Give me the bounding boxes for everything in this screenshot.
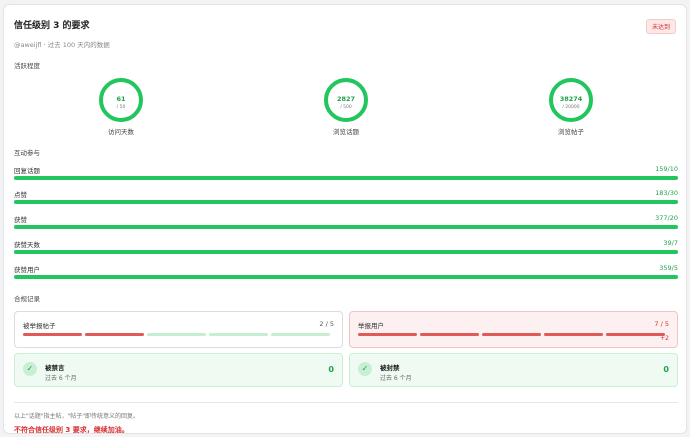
ring-chart: 61 / 50: [99, 78, 143, 122]
check-icon: ✓: [358, 362, 372, 376]
ring-topics-viewed: 2827 / 500 浏览话题: [301, 77, 391, 136]
suspended-box: ✓ 被封禁 过去 6 个月 0: [349, 353, 678, 387]
bar-value: 377/20: [655, 214, 678, 222]
ring-target: / 20000: [562, 104, 579, 110]
box-subtitle: 过去 6 个月: [45, 375, 77, 382]
bar-likes-given: 点赞 183/30: [14, 189, 678, 209]
bar-likes-received: 获赞 377/20: [14, 214, 678, 234]
page-title: 信任级别 3 的要求: [14, 21, 90, 31]
bar-label: 回复话题: [14, 167, 40, 175]
segment: [544, 333, 603, 336]
segment-bar: [23, 333, 330, 336]
page-subtitle: @aweijfl · 过去 100 天内的数据: [14, 41, 110, 49]
bar-label: 点赞: [14, 191, 27, 199]
bar-value: 183/30: [655, 189, 678, 197]
result-message: 不符合信任级别 3 要求，继续加油。: [14, 426, 129, 434]
bar-label: 获赞: [14, 216, 27, 224]
box-title: 被禁言: [45, 364, 65, 372]
status-badge: 未达到: [645, 19, 676, 34]
segment: [209, 333, 268, 336]
ring-chart: 38274 / 20000: [549, 78, 593, 122]
compliance-section-label: 合规记录: [14, 295, 40, 303]
ring-label: 浏览话题: [333, 128, 359, 136]
bar-track: [14, 225, 678, 229]
ring-label: 浏览帖子: [558, 128, 584, 136]
trust-level-card: 信任级别 3 的要求 未达到 @aweijfl · 过去 100 天内的数据 活…: [3, 4, 687, 434]
bar-value: 159/10: [655, 165, 678, 173]
ring-target: / 50: [117, 104, 126, 110]
ring-target: / 500: [340, 104, 352, 110]
ring-visit-days: 61 / 50 访问天数: [76, 77, 166, 136]
ring-value: 38274: [560, 95, 583, 103]
box-count: 7 / 5: [654, 320, 669, 328]
segment: [147, 333, 206, 336]
bar-value: 39/7: [663, 239, 678, 247]
ring-chart: 2827 / 500: [324, 78, 368, 122]
check-icon: ✓: [23, 362, 37, 376]
divider: [14, 402, 678, 403]
reporting-users-box: 举报用户 7 / 5 +2: [349, 311, 678, 348]
bar-label: 获赞用户: [14, 266, 40, 274]
silenced-box: ✓ 被禁言 过去 6 个月 0: [14, 353, 343, 387]
bar-value: 359/5: [659, 264, 678, 272]
footnote: 以上"话题"指主帖，"帖子"即传统意义的回复。: [14, 413, 140, 420]
reported-posts-box: 被举报帖子 2 / 5: [14, 311, 343, 348]
ring-label: 访问天数: [108, 128, 134, 136]
bar-liked-users: 获赞用户 359/5: [14, 264, 678, 284]
segment: [85, 333, 144, 336]
bar-track: [14, 250, 678, 254]
ring-value: 61: [116, 95, 126, 103]
box-label: 被举报帖子: [23, 322, 56, 330]
bar-track: [14, 200, 678, 204]
bar-fill: [14, 176, 678, 180]
ring-value: 2827: [337, 95, 355, 103]
ring-posts-viewed: 38274 / 20000 浏览帖子: [526, 77, 616, 136]
segment-bar: [358, 333, 665, 336]
overflow-count: +2: [660, 335, 669, 342]
bar-fill: [14, 275, 678, 279]
segment: [358, 333, 417, 336]
box-label: 举报用户: [358, 322, 384, 330]
bar-replies: 回复话题 159/10: [14, 165, 678, 185]
box-value: 0: [663, 365, 669, 374]
interaction-section-label: 互动参与: [14, 149, 40, 157]
segment: [271, 333, 330, 336]
bar-label: 获赞天数: [14, 241, 40, 249]
segment: [482, 333, 541, 336]
bar-track: [14, 275, 678, 279]
segment: [606, 333, 665, 336]
bar-fill: [14, 225, 678, 229]
box-count: 2 / 5: [319, 320, 334, 328]
bar-fill: [14, 250, 678, 254]
bar-track: [14, 176, 678, 180]
activity-section-label: 活跃程度: [14, 62, 40, 70]
box-title: 被封禁: [380, 364, 400, 372]
box-subtitle: 过去 6 个月: [380, 375, 412, 382]
box-value: 0: [328, 365, 334, 374]
bar-liked-days: 获赞天数 39/7: [14, 239, 678, 259]
segment: [23, 333, 82, 336]
bar-fill: [14, 200, 678, 204]
segment: [420, 333, 479, 336]
